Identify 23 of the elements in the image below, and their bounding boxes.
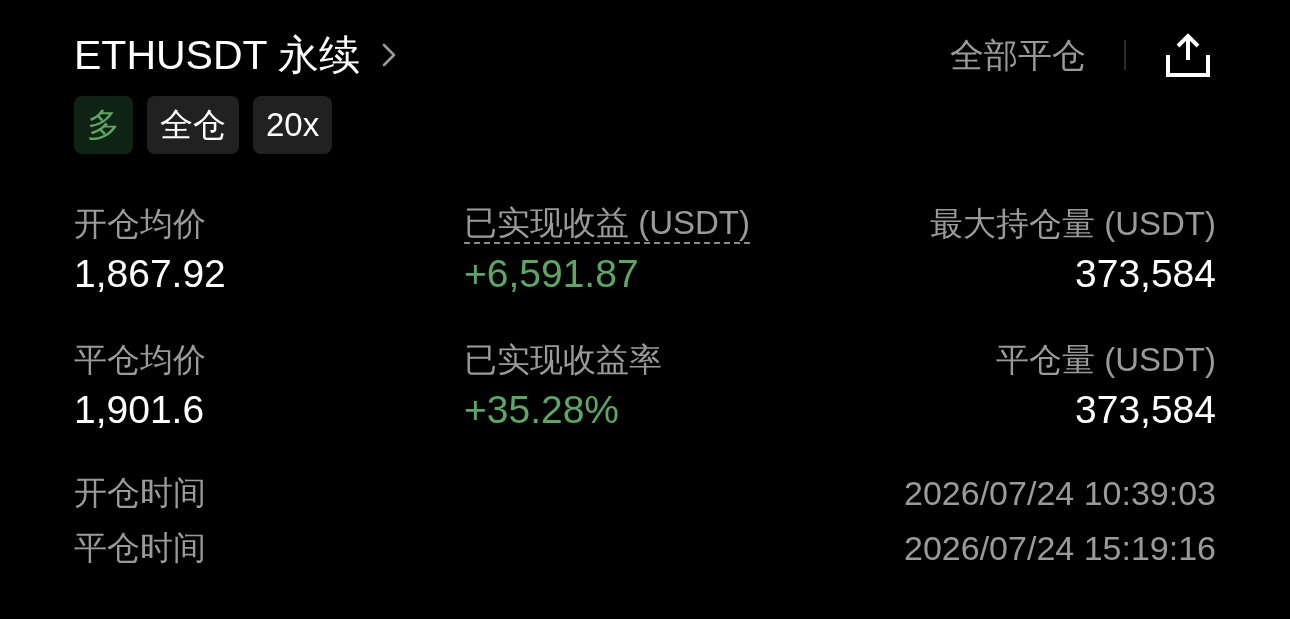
position-tag: 20x (253, 96, 333, 154)
stat-label[interactable]: 已实现收益 (USDT) (464, 204, 750, 244)
share-icon[interactable] (1166, 33, 1210, 77)
time-label: 开仓时间 (74, 472, 206, 513)
stat-value: 373,584 (1075, 251, 1216, 297)
time-value: 2026/07/24 15:19:16 (904, 528, 1216, 568)
stat-value: +35.28% (464, 387, 620, 433)
time-label: 平仓时间 (74, 527, 206, 568)
stat-label: 最大持仓量 (USDT) (930, 204, 1216, 244)
stat-value: 1,901.6 (74, 387, 205, 433)
chevron-right-icon[interactable] (382, 43, 397, 67)
position-tag: 全仓 (147, 96, 239, 154)
stat-label: 平仓均价 (74, 340, 206, 380)
stat-value: 1,867.92 (74, 251, 226, 297)
stat-value: +6,591.87 (464, 251, 639, 297)
stat-label: 开仓均价 (74, 204, 206, 244)
contract-title[interactable]: ETHUSDT 永续 (74, 30, 361, 80)
long-tag: 多 (74, 96, 133, 154)
stat-label: 已实现收益率 (464, 340, 662, 380)
time-value: 2026/07/24 10:39:03 (904, 473, 1216, 513)
stat-label: 平仓量 (USDT) (996, 340, 1216, 380)
stat-value: 373,584 (1075, 387, 1216, 433)
close-all-button[interactable]: 全部平仓 (950, 33, 1086, 77)
